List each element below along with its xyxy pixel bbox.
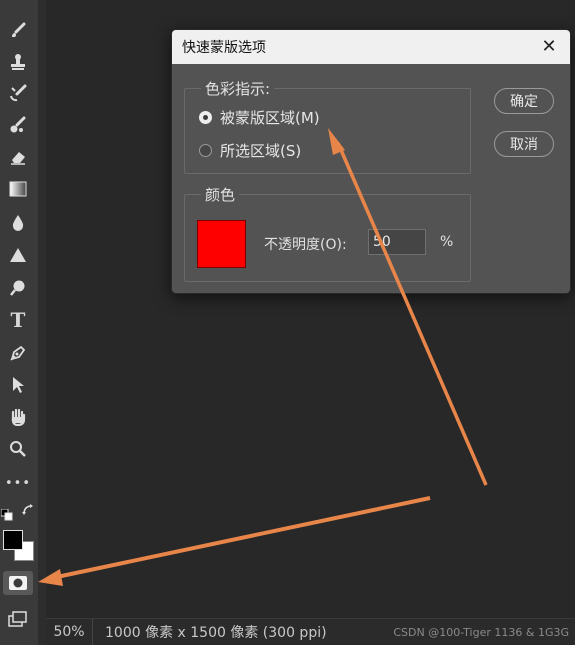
ok-button[interactable]: 确定	[494, 88, 554, 114]
gradient-icon[interactable]	[3, 176, 33, 202]
more-icon[interactable]: •••	[3, 470, 33, 496]
tools-panel: T •••	[0, 0, 38, 645]
history-brush-icon[interactable]	[3, 80, 33, 106]
text-icon[interactable]: T	[3, 307, 33, 333]
hand-icon[interactable]	[3, 404, 33, 430]
stamp-icon[interactable]	[3, 49, 33, 75]
opacity-label: 不透明度(O):	[264, 237, 347, 253]
selected-areas-label: 所选区域(S)	[220, 142, 302, 160]
dialog-titlebar: 快速蒙版选项 ✕	[172, 30, 570, 64]
color-indicates-legend: 色彩指示:	[201, 78, 275, 99]
dialog-title: 快速蒙版选项	[182, 40, 266, 56]
drop-icon[interactable]	[3, 210, 33, 236]
document-info[interactable]: 1000 像素 x 1500 像素 (300 ppi)	[92, 619, 327, 645]
mask-color-swatch[interactable]	[197, 220, 246, 268]
dodge-icon[interactable]	[3, 275, 33, 301]
triangle-icon[interactable]	[3, 242, 33, 268]
selected-areas-option[interactable]: 所选区域(S)	[199, 140, 301, 161]
arrow-select-icon[interactable]	[3, 372, 33, 398]
foreground-color-swatch[interactable]	[3, 530, 23, 550]
opacity-input[interactable]	[368, 229, 426, 255]
brush-icon[interactable]	[3, 18, 33, 44]
quick-mask-options-dialog: 快速蒙版选项 ✕ 色彩指示: 被蒙版区域(M) 所选区域(S) 颜色 不透明度(…	[171, 29, 571, 294]
eraser-icon[interactable]	[3, 144, 33, 170]
zoom-level[interactable]: 50%	[46, 624, 92, 640]
pen-icon[interactable]	[3, 340, 33, 366]
screen-mode-icon[interactable]	[3, 606, 33, 632]
default-colors-icon[interactable]	[0, 506, 13, 521]
close-icon[interactable]: ✕	[540, 38, 558, 56]
quick-mask-icon[interactable]	[3, 571, 33, 595]
masked-areas-option[interactable]: 被蒙版区域(M)	[199, 107, 320, 128]
masked-areas-label: 被蒙版区域(M)	[220, 109, 320, 127]
color-group-legend: 颜色	[201, 184, 240, 205]
magnifier-icon[interactable]	[3, 436, 33, 462]
status-bar: 50% 1000 像素 x 1500 像素 (300 ppi) CSDN @10…	[46, 618, 575, 645]
watermark: CSDN @100-Tiger 1136 & 1G3G	[393, 625, 569, 639]
panel-divider	[38, 0, 46, 645]
color-indicates-group: 色彩指示: 被蒙版区域(M) 所选区域(S)	[184, 78, 471, 174]
cancel-button[interactable]: 取消	[494, 131, 554, 157]
masked-areas-radio[interactable]	[199, 111, 212, 124]
selected-areas-radio[interactable]	[199, 144, 212, 157]
color-group: 颜色 不透明度(O): %	[184, 184, 471, 282]
opacity-unit: %	[440, 234, 454, 250]
swap-colors-icon[interactable]	[20, 502, 36, 518]
mixer-brush-icon[interactable]	[3, 112, 33, 138]
